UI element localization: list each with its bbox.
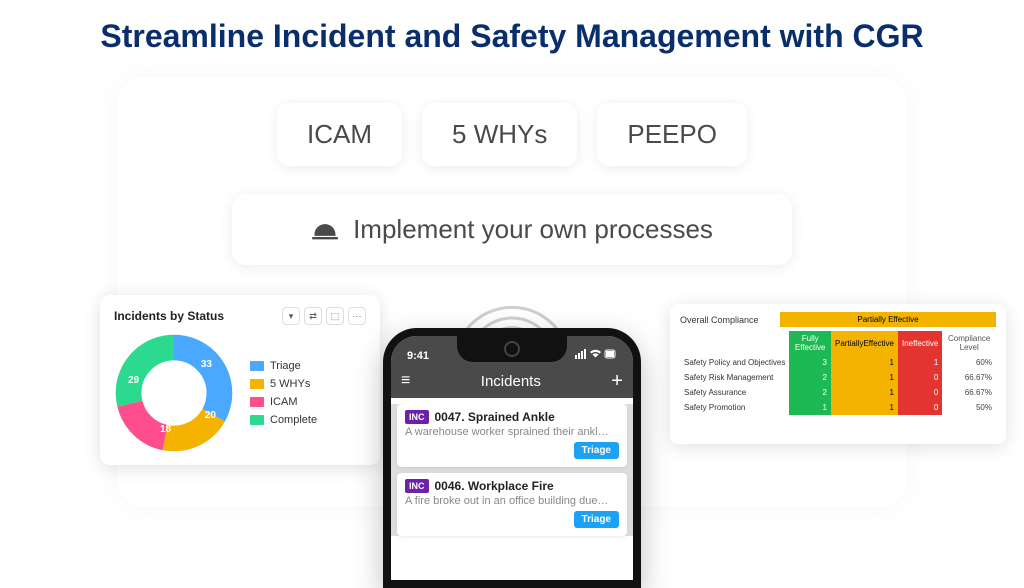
- col-compliance-level: Compliance Level: [942, 331, 996, 355]
- phone-app-bar: ≡ Incidents +: [391, 364, 633, 398]
- incident-item[interactable]: INC 0046. Workplace Fire A fire broke ou…: [397, 473, 627, 536]
- incident-status-tag[interactable]: Triage: [574, 511, 619, 528]
- implement-label: Implement your own processes: [353, 214, 713, 245]
- status-icons: [575, 349, 617, 362]
- donut-legend: Triage 5 WHYs ICAM Complete: [250, 360, 317, 426]
- table-row: Safety Promotion 1 1 0 50%: [680, 400, 996, 415]
- legend-label-icam: ICAM: [270, 396, 298, 408]
- pill-5whys[interactable]: 5 WHYs: [422, 103, 577, 166]
- compliance-table: Fully Effective PartiallyEffective Ineff…: [680, 331, 996, 415]
- donut-tool-expand[interactable]: ⬚: [326, 307, 344, 325]
- legend-swatch-5whys: [250, 379, 264, 389]
- legend-swatch-complete: [250, 415, 264, 425]
- incident-item[interactable]: INC 0047. Sprained Ankle A warehouse wor…: [397, 404, 627, 467]
- donut-tool-more[interactable]: ···: [348, 307, 366, 325]
- pill-icam[interactable]: ICAM: [277, 103, 402, 166]
- col-partially-effective: PartiallyEffective: [831, 331, 898, 355]
- donut-value-5whys: 20: [205, 410, 216, 421]
- compliance-title: Overall Compliance: [680, 315, 774, 325]
- incidents-by-status-card: Incidents by Status ▾ ⇄ ⬚ ··· 33 20 18 2…: [100, 295, 380, 465]
- page-title: Streamline Incident and Safety Managemen…: [0, 0, 1024, 55]
- phone-mock: 9:41 ≡ Incidents + INC 0047. Sprained An…: [383, 328, 641, 588]
- hamburger-icon[interactable]: ≡: [401, 372, 410, 390]
- legend-label-complete: Complete: [270, 414, 317, 426]
- col-ineffective: Ineffective: [898, 331, 942, 355]
- table-row: Safety Policy and Objectives 3 1 1 60%: [680, 355, 996, 370]
- pill-row: ICAM 5 WHYs PEEPO: [117, 77, 907, 166]
- incident-title: 0047. Sprained Ankle: [435, 410, 555, 424]
- donut-tool-refresh[interactable]: ⇄: [304, 307, 322, 325]
- implement-pill[interactable]: Implement your own processes: [232, 194, 792, 265]
- legend-swatch-icam: [250, 397, 264, 407]
- donut-toolbar: ▾ ⇄ ⬚ ···: [282, 307, 366, 325]
- incident-desc: A warehouse worker sprained their ankl…: [405, 426, 619, 438]
- table-row: Safety Risk Management 2 1 0 66.67%: [680, 370, 996, 385]
- phone-notch: [457, 336, 567, 362]
- pill-peepo[interactable]: PEEPO: [597, 103, 747, 166]
- incident-desc: A fire broke out in an office building d…: [405, 495, 619, 507]
- incident-status-tag[interactable]: Triage: [574, 442, 619, 459]
- incident-title: 0046. Workplace Fire: [435, 479, 554, 493]
- incident-list[interactable]: INC 0047. Sprained Ankle A warehouse wor…: [391, 404, 633, 536]
- incident-type-badge: INC: [405, 479, 429, 493]
- donut-chart: 33 20 18 29: [114, 333, 234, 453]
- legend-label-triage: Triage: [270, 360, 301, 372]
- donut-title: Incidents by Status: [114, 309, 224, 323]
- phone-time: 9:41: [407, 350, 429, 362]
- legend-label-5whys: 5 WHYs: [270, 378, 310, 390]
- donut-tool-filter[interactable]: ▾: [282, 307, 300, 325]
- legend-swatch-triage: [250, 361, 264, 371]
- table-row: Safety Assurance 2 1 0 66.67%: [680, 385, 996, 400]
- donut-value-complete: 29: [128, 375, 139, 386]
- phone-app-title: Incidents: [481, 373, 541, 390]
- donut-value-triage: 33: [201, 359, 212, 370]
- incident-type-badge: INC: [405, 410, 429, 424]
- compliance-card: Overall Compliance Partially Effective F…: [670, 304, 1006, 444]
- compliance-banner: Partially Effective: [780, 312, 996, 327]
- col-fully-effective: Fully Effective: [789, 331, 831, 355]
- add-incident-button[interactable]: +: [611, 370, 623, 393]
- helmet-icon: [311, 216, 339, 244]
- donut-value-icam: 18: [160, 424, 171, 435]
